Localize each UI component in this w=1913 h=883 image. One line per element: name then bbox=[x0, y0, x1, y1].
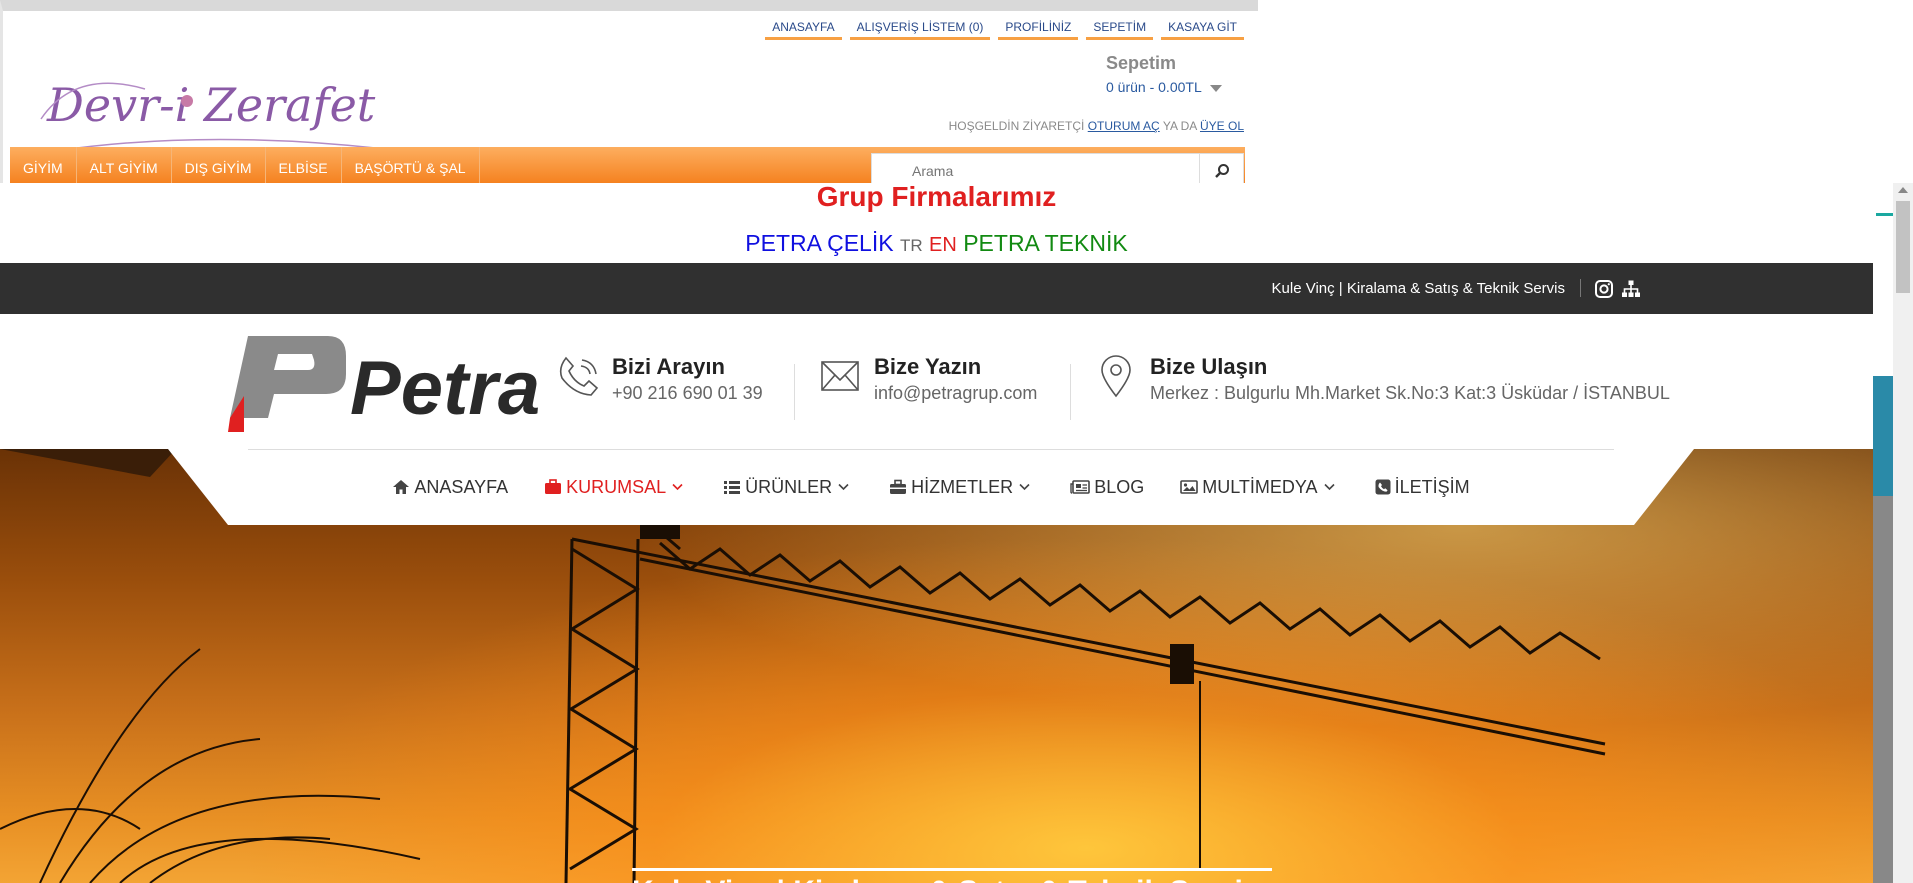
nav-anasayfa[interactable]: ANASAYFA bbox=[374, 477, 526, 498]
hero-title-underline bbox=[632, 868, 1272, 871]
contact-call-value[interactable]: +90 216 690 01 39 bbox=[612, 383, 763, 404]
scroll-up-arrow-icon[interactable] bbox=[1898, 187, 1908, 193]
svg-text:Devr-i Zerafet: Devr-i Zerafet bbox=[46, 78, 376, 132]
shop-cart-title: Sepetim bbox=[1106, 53, 1177, 73]
contact-mail-title: Bize Yazın bbox=[874, 354, 982, 379]
nav-kurumsal-label: KURUMSAL bbox=[566, 476, 667, 497]
map-marker-icon bbox=[1101, 355, 1131, 398]
page-scrollbar[interactable] bbox=[1893, 183, 1913, 883]
petra-logo[interactable]: Petra bbox=[228, 336, 540, 432]
group-companies-links: PETRA ÇELİK TR EN PETRA TEKNİK bbox=[0, 230, 1873, 257]
lang-tr-link[interactable]: TR bbox=[900, 236, 923, 255]
welcome-prefix: HOŞGELDİN ZİYARETÇİ bbox=[948, 119, 1085, 133]
contact-call-title: Bizi Arayın bbox=[612, 354, 725, 379]
welcome-middle: YA DA bbox=[1162, 119, 1197, 133]
nav-hizmetler-label: HİZMETLER bbox=[911, 476, 1014, 497]
nav-multimedya[interactable]: MULTİMEDYA bbox=[1162, 477, 1356, 498]
nav-iletisim[interactable]: İLETİŞİM bbox=[1357, 477, 1488, 498]
shop-cart-summary-text: 0 ürün - 0.00TL bbox=[1106, 79, 1202, 95]
contact-call-text: Bizi Arayın +90 216 690 01 39 bbox=[612, 354, 763, 404]
instagram-icon[interactable] bbox=[1594, 279, 1614, 299]
home-icon bbox=[393, 480, 410, 494]
nav-anasayfa-label: ANASAYFA bbox=[414, 476, 509, 497]
search-icon bbox=[1214, 164, 1229, 178]
svg-text:Petra: Petra bbox=[350, 346, 540, 431]
shop-nav-profile[interactable]: PROFİLİNİZ bbox=[998, 20, 1079, 40]
shop-search-box bbox=[871, 153, 1244, 183]
devr-i-zerafet-logo[interactable]: Devr-i Zerafet bbox=[35, 59, 395, 159]
teal-accent bbox=[1876, 213, 1893, 216]
contact-address-value: Merkez : Bulgurlu Mh.Market Sk.No:3 Kat:… bbox=[1150, 383, 1670, 403]
shop-nav-cart[interactable]: SEPETİM bbox=[1086, 20, 1154, 40]
petra-teknik-link[interactable]: PETRA TEKNİK bbox=[963, 230, 1127, 256]
adjacent-panel bbox=[1873, 376, 1893, 883]
phone-icon bbox=[559, 356, 599, 396]
category-dis-giyim[interactable]: DIŞ GİYİM bbox=[172, 147, 266, 183]
shop-overlay-frame: ANASAYFA ALIŞVERİŞ LİSTEM (0) PROFİLİNİZ… bbox=[0, 0, 1258, 183]
contact-mail-text: Bize Yazın info@petragrup.com bbox=[874, 354, 1037, 404]
contact-mail-value[interactable]: info@petragrup.com bbox=[874, 383, 1037, 404]
shop-welcome: HOŞGELDİN ZİYARETÇİ OTURUM AÇ YA DA ÜYE … bbox=[949, 119, 1244, 133]
scrollbar-thumb[interactable] bbox=[1896, 201, 1910, 293]
nav-urunler[interactable]: ÜRÜNLER bbox=[705, 477, 871, 498]
contact-address-text: Bize Ulaşın Merkez : Bulgurlu Mh.Market … bbox=[1150, 354, 1670, 404]
adjacent-panel-strip bbox=[1873, 376, 1893, 496]
sitemap-icon[interactable] bbox=[1621, 279, 1641, 299]
image-icon bbox=[1180, 480, 1199, 494]
login-link[interactable]: OTURUM AÇ bbox=[1088, 119, 1160, 133]
nav-blog[interactable]: BLOG bbox=[1052, 477, 1162, 498]
contact-call: Bizi Arayın +90 216 690 01 39 bbox=[556, 354, 763, 404]
newspaper-icon bbox=[1070, 480, 1090, 494]
petra-celik-link[interactable]: PETRA ÇELİK bbox=[745, 230, 893, 256]
contact-address: Bize Ulaşın Merkez : Bulgurlu Mh.Market … bbox=[1094, 354, 1670, 404]
category-giyim[interactable]: GİYİM bbox=[10, 147, 77, 183]
topbar-divider bbox=[1580, 279, 1581, 297]
chevron-down-icon bbox=[1323, 483, 1335, 491]
main-nav: ANASAYFA KURUMSAL ÜRÜNLER HİZMETLER BLOG… bbox=[168, 449, 1694, 525]
chevron-down-icon bbox=[672, 483, 683, 491]
shop-nav-checkout[interactable]: KASAYA GİT bbox=[1161, 20, 1244, 40]
toolbox-icon bbox=[890, 479, 907, 494]
site-header: Petra Bizi Arayın +90 216 690 01 39 Bize… bbox=[0, 314, 1873, 449]
register-link[interactable]: ÜYE OL bbox=[1200, 119, 1244, 133]
nav-urunler-label: ÜRÜNLER bbox=[745, 476, 833, 497]
briefcase-icon bbox=[545, 479, 562, 494]
shop-search-input[interactable] bbox=[872, 154, 1192, 183]
nav-kurumsal[interactable]: KURUMSAL bbox=[526, 477, 705, 498]
category-alt-giyim[interactable]: ALT GİYİM bbox=[77, 147, 172, 183]
main-nav-panel: ANASAYFA KURUMSAL ÜRÜNLER HİZMETLER BLOG… bbox=[168, 449, 1694, 525]
shop-search-button[interactable] bbox=[1199, 154, 1243, 183]
lang-en-link[interactable]: EN bbox=[929, 234, 957, 256]
chevron-down-icon bbox=[838, 483, 849, 491]
chevron-down-icon bbox=[1019, 483, 1030, 491]
topbar-tagline: Kule Vinç | Kiralama & Satış & Teknik Se… bbox=[1271, 280, 1565, 297]
phone-square-icon bbox=[1375, 479, 1391, 495]
shop-top-nav: ANASAYFA ALIŞVERİŞ LİSTEM (0) PROFİLİNİZ… bbox=[765, 20, 1244, 40]
category-basortu-sal[interactable]: BAŞÖRTÜ & ŞAL bbox=[342, 147, 480, 183]
contact-mail: Bize Yazın info@petragrup.com bbox=[818, 354, 1037, 404]
shop-nav-home[interactable]: ANASAYFA bbox=[765, 20, 842, 40]
header-divider bbox=[1070, 364, 1071, 420]
shop-cart-summary[interactable]: 0 ürün - 0.00TL bbox=[1106, 79, 1222, 95]
shop-nav-wishlist[interactable]: ALIŞVERİŞ LİSTEM (0) bbox=[849, 20, 991, 40]
envelope-icon bbox=[821, 361, 859, 391]
nav-hizmetler[interactable]: HİZMETLER bbox=[871, 477, 1052, 498]
contact-address-title: Bize Ulaşın bbox=[1150, 354, 1268, 379]
nav-blog-label: BLOG bbox=[1094, 476, 1145, 497]
header-divider bbox=[794, 364, 795, 420]
list-icon bbox=[724, 481, 741, 494]
nav-multimedya-label: MULTİMEDYA bbox=[1202, 476, 1318, 497]
nav-iletisim-label: İLETİŞİM bbox=[1394, 476, 1470, 497]
hero-title: Kule Vinç | Kiralama & Satış & Teknik Se… bbox=[632, 875, 1260, 883]
group-companies-title: Grup Firmalarımız bbox=[816, 181, 1057, 212]
caret-down-icon bbox=[1209, 84, 1222, 92]
category-elbise[interactable]: ELBİSE bbox=[266, 147, 342, 183]
top-info-bar: Kule Vinç | Kiralama & Satış & Teknik Se… bbox=[0, 263, 1873, 314]
